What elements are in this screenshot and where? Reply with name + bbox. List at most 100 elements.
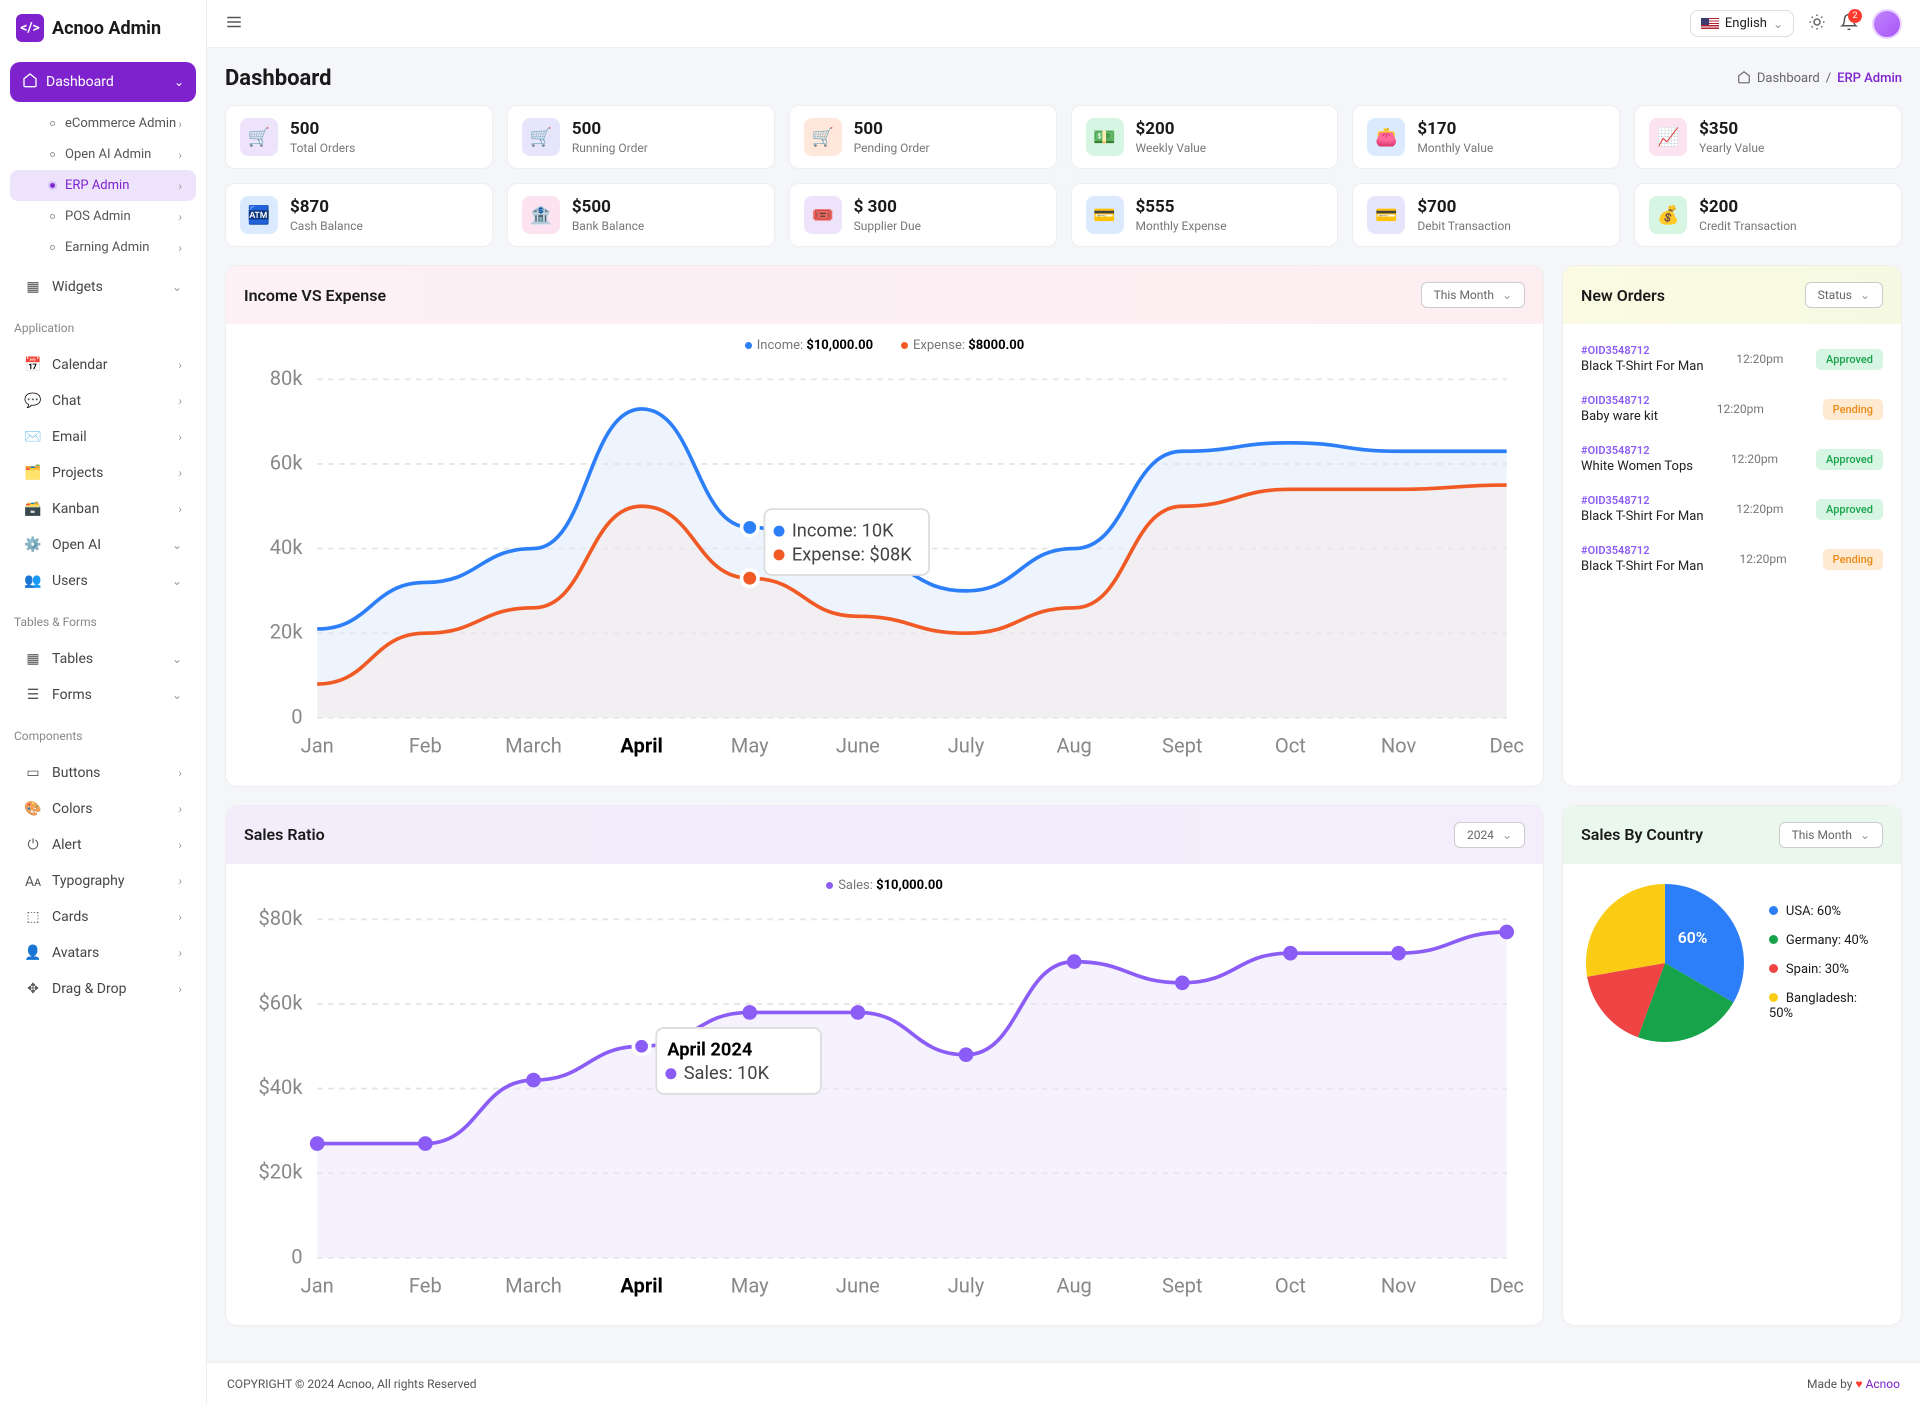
logo-text: Acnoo Admin bbox=[52, 18, 161, 39]
sidebar-item[interactable]: ▭Buttons› bbox=[10, 755, 196, 791]
breadcrumb: Dashboard / ERP Admin bbox=[1737, 70, 1902, 88]
order-row[interactable]: #OID3548712Black T-Shirt For Man12:20pmA… bbox=[1581, 484, 1883, 534]
svg-text:June: June bbox=[836, 1273, 880, 1297]
sidebar-item[interactable]: 👥Users⌄ bbox=[10, 563, 196, 599]
nav-icon: ⚙️ bbox=[24, 536, 42, 554]
stat-card: 🛒500Running Order bbox=[507, 105, 775, 169]
order-time: 12:20pm bbox=[1717, 402, 1764, 416]
stat-label: Monthly Expense bbox=[1136, 219, 1227, 233]
sidebar-subitem[interactable]: POS Admin› bbox=[10, 201, 196, 232]
copyright-text: COPYRIGHT © 2024 Acnoo, All rights Reser… bbox=[227, 1377, 477, 1391]
order-row[interactable]: #OID3548712White Women Tops12:20pmApprov… bbox=[1581, 434, 1883, 484]
sidebar-item[interactable]: ▦Tables⌄ bbox=[10, 641, 196, 677]
sidebar-item[interactable]: 👤Avatars› bbox=[10, 935, 196, 971]
svg-text:$60k: $60k bbox=[258, 990, 303, 1014]
user-avatar[interactable] bbox=[1872, 9, 1902, 39]
svg-text:0: 0 bbox=[291, 1244, 302, 1268]
order-product: Black T-Shirt For Man bbox=[1581, 509, 1704, 524]
stat-card: 🏧$870Cash Balance bbox=[225, 183, 493, 247]
notifications-button[interactable]: 2 bbox=[1840, 13, 1858, 35]
svg-text:April: April bbox=[620, 1273, 663, 1297]
chevron-icon: › bbox=[178, 358, 182, 372]
sidebar-item[interactable]: ⚙️Open AI⌄ bbox=[10, 527, 196, 563]
svg-text:$20k: $20k bbox=[258, 1159, 303, 1183]
chevron-down-icon: ⌄ bbox=[1860, 828, 1870, 842]
stat-card: 🛒500Total Orders bbox=[225, 105, 493, 169]
chevron-icon: › bbox=[178, 874, 182, 888]
stat-value: $555 bbox=[1136, 197, 1227, 217]
order-id: #OID3548712 bbox=[1581, 394, 1658, 407]
svg-text:20k: 20k bbox=[270, 620, 304, 644]
nav-icon: ▭ bbox=[24, 764, 42, 782]
sidebar-item[interactable]: ⬚Cards› bbox=[10, 899, 196, 935]
income-expense-title: Income VS Expense bbox=[244, 286, 386, 305]
order-status-badge: Approved bbox=[1816, 499, 1883, 520]
sales-ratio-chart: 0$20k$40k$60k$80kJanFebMarchAprilMayJune… bbox=[244, 901, 1525, 1304]
order-row[interactable]: #OID3548712Black T-Shirt For Man12:20pmA… bbox=[1581, 334, 1883, 384]
flag-icon bbox=[1701, 18, 1719, 30]
nav-icon: ⏻ bbox=[24, 836, 42, 854]
stat-label: Supplier Due bbox=[854, 219, 921, 233]
stat-card: 🎟️$ 300Supplier Due bbox=[789, 183, 1057, 247]
sidebar-item[interactable]: 📅Calendar› bbox=[10, 347, 196, 383]
stat-label: Monthly Value bbox=[1417, 141, 1493, 155]
breadcrumb-root[interactable]: Dashboard bbox=[1757, 71, 1820, 86]
stat-label: Cash Balance bbox=[290, 219, 363, 233]
sidebar-item[interactable]: ⏻Alert› bbox=[10, 827, 196, 863]
order-product: Black T-Shirt For Man bbox=[1581, 559, 1704, 574]
sidebar-subitem[interactable]: Earning Admin› bbox=[10, 232, 196, 263]
chevron-icon: › bbox=[178, 394, 182, 408]
order-row[interactable]: #OID3548712Baby ware kit12:20pmPending bbox=[1581, 384, 1883, 434]
sales-ratio-filter[interactable]: 2024 ⌄ bbox=[1454, 822, 1525, 848]
sales-country-pie: 60% bbox=[1581, 878, 1749, 1048]
svg-text:Dec: Dec bbox=[1489, 734, 1523, 758]
stat-card: 💵$200Weekly Value bbox=[1071, 105, 1339, 169]
stat-value: $350 bbox=[1699, 119, 1764, 139]
chevron-icon: ⌄ bbox=[172, 688, 182, 702]
stat-value: 500 bbox=[572, 119, 648, 139]
sidebar-item[interactable]: 💬Chat› bbox=[10, 383, 196, 419]
language-selector[interactable]: English ⌄ bbox=[1690, 10, 1794, 37]
sidebar-subitem[interactable]: ERP Admin› bbox=[10, 170, 196, 201]
sidebar-item[interactable]: ✥Drag & Drop› bbox=[10, 971, 196, 1007]
svg-text:Oct: Oct bbox=[1275, 734, 1306, 758]
svg-text:Feb: Feb bbox=[409, 1273, 442, 1297]
sidebar-subitem[interactable]: Open AI Admin› bbox=[10, 139, 196, 170]
sidebar-item[interactable]: 🎨Colors› bbox=[10, 791, 196, 827]
home-icon bbox=[22, 72, 38, 92]
sidebar-item-dashboard[interactable]: Dashboard ⌄ bbox=[10, 62, 196, 102]
new-orders-filter[interactable]: Status ⌄ bbox=[1805, 282, 1883, 308]
svg-text:Expense: $08K: Expense: $08K bbox=[792, 544, 912, 565]
sidebar-item[interactable]: 🗃️Kanban› bbox=[10, 491, 196, 527]
stat-label: Debit Transaction bbox=[1417, 219, 1511, 233]
sales-country-filter[interactable]: This Month ⌄ bbox=[1779, 822, 1883, 848]
stat-icon: 💳 bbox=[1086, 196, 1124, 234]
svg-text:April 2024: April 2024 bbox=[667, 1039, 752, 1060]
sidebar-item[interactable]: ✉️Email› bbox=[10, 419, 196, 455]
logo[interactable]: </> Acnoo Admin bbox=[0, 0, 206, 56]
nav-icon: 🗃️ bbox=[24, 500, 42, 518]
order-id: #OID3548712 bbox=[1581, 494, 1704, 507]
stat-icon: 👛 bbox=[1367, 118, 1405, 156]
footer-brand-link[interactable]: Acnoo bbox=[1866, 1377, 1900, 1391]
chevron-icon: › bbox=[178, 838, 182, 852]
income-expense-filter[interactable]: This Month ⌄ bbox=[1421, 282, 1525, 308]
sidebar-subitem[interactable]: eCommerce Admin› bbox=[10, 108, 196, 139]
stat-card: 💳$700Debit Transaction bbox=[1352, 183, 1620, 247]
sidebar-item[interactable]: 🗂️Projects› bbox=[10, 455, 196, 491]
svg-text:July: July bbox=[948, 734, 985, 758]
stat-icon: 🛒 bbox=[804, 118, 842, 156]
theme-toggle-button[interactable] bbox=[1808, 13, 1826, 35]
order-time: 12:20pm bbox=[1736, 352, 1783, 366]
chevron-right-icon: › bbox=[178, 241, 182, 255]
order-row[interactable]: #OID3548712Black T-Shirt For Man12:20pmP… bbox=[1581, 534, 1883, 584]
stat-value: 500 bbox=[854, 119, 930, 139]
sidebar-item[interactable]: ☰Forms⌄ bbox=[10, 677, 196, 713]
sidebar-item[interactable]: AᴀTypography› bbox=[10, 863, 196, 899]
stat-value: $ 300 bbox=[854, 197, 921, 217]
stat-icon: 💳 bbox=[1367, 196, 1405, 234]
order-product: Black T-Shirt For Man bbox=[1581, 359, 1704, 374]
menu-toggle-button[interactable] bbox=[225, 13, 243, 35]
sidebar-item-widgets[interactable]: ▦ Widgets ⌄ bbox=[10, 269, 196, 305]
svg-text:May: May bbox=[731, 734, 769, 758]
